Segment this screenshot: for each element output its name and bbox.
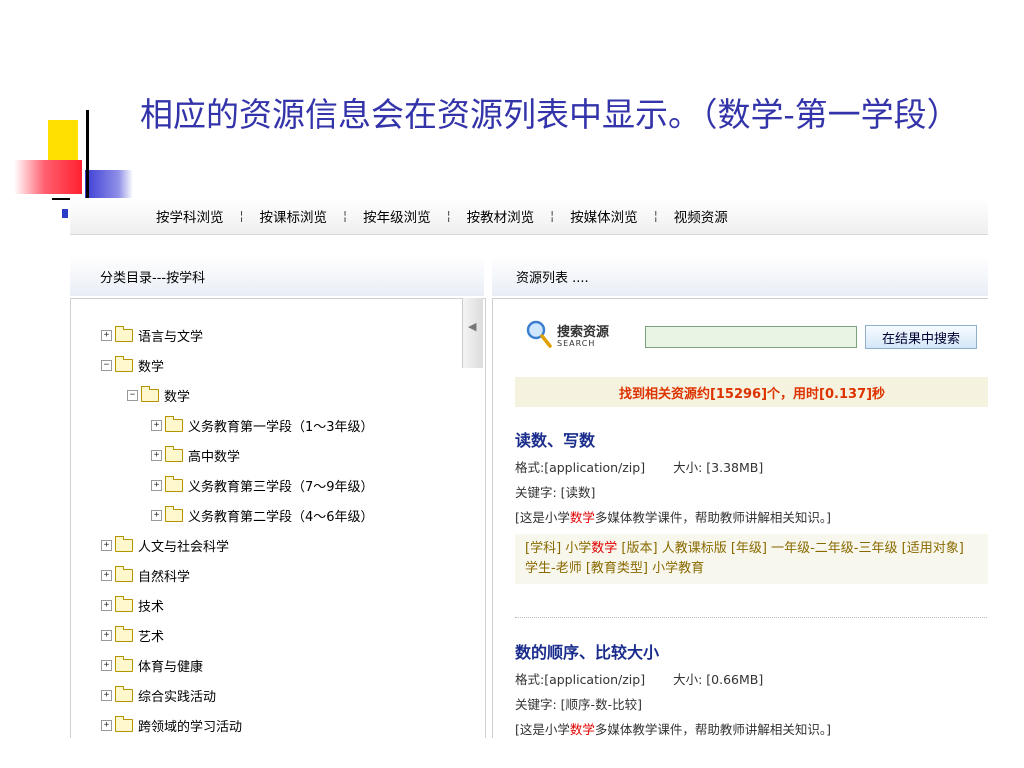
slide-title: 相应的资源信息会在资源列表中显示。（数学-第一学段）	[140, 95, 960, 134]
search-highlight: 数学	[591, 541, 618, 556]
expand-icon[interactable]: +	[101, 629, 112, 641]
nav-separator: ¦	[239, 209, 244, 223]
expand-icon[interactable]: +	[101, 719, 112, 731]
folder-icon	[115, 655, 133, 672]
nav-separator: ¦	[653, 209, 658, 223]
tree-item-technology[interactable]: + 技术	[101, 595, 164, 615]
folder-icon	[141, 385, 159, 402]
folder-icon	[115, 685, 133, 702]
folder-icon	[115, 595, 133, 612]
expand-icon[interactable]: +	[101, 659, 112, 671]
panel-collapse-handle[interactable]: ◀	[462, 298, 483, 368]
collapse-icon[interactable]: −	[127, 389, 138, 401]
category-panel-header: 分类目录---按学科	[70, 256, 484, 296]
folder-icon	[115, 355, 133, 372]
resource-list-panel: 搜索资源 SEARCH 在结果中搜索 找到相关资源约[15296]个，用时[0.…	[492, 298, 988, 738]
expand-icon[interactable]: +	[101, 599, 112, 611]
nav-separator: ¦	[446, 209, 451, 223]
expand-icon[interactable]: +	[151, 419, 162, 431]
result-title-link[interactable]: 读数、写数	[515, 427, 988, 451]
result-metadata: [学科] 小学数学 [版本] 人教课标版 [年级] 一年级-二年级-三年级 [适…	[515, 534, 988, 584]
bullet-square-icon	[62, 209, 68, 218]
result-keywords: 关键字: [顺序-数-比较]	[515, 697, 642, 712]
folder-icon	[165, 445, 183, 462]
folder-icon	[165, 475, 183, 492]
search-in-results-button[interactable]: 在结果中搜索	[865, 325, 977, 349]
tree-item-stage-1[interactable]: + 义务教育第一学段（1～3年级）	[151, 415, 374, 435]
decor-vertical-line	[86, 110, 89, 205]
tree-item-language[interactable]: + 语言与文学	[101, 325, 203, 345]
tree-item-math-sub[interactable]: − 数学	[127, 385, 190, 405]
tree-item-practice[interactable]: + 综合实践活动	[101, 685, 216, 705]
tree-item-pe-health[interactable]: + 体育与健康	[101, 655, 203, 675]
folder-icon	[165, 415, 183, 432]
decor-blue-bar	[85, 170, 133, 200]
folder-icon	[115, 565, 133, 582]
nav-browse-standard[interactable]: 按课标浏览	[260, 206, 328, 226]
folder-icon	[165, 505, 183, 522]
tree-item-humanities[interactable]: + 人文与社会科学	[101, 535, 229, 555]
result-format-size: 格式:[application/zip] 大小: [0.66MB]	[515, 669, 988, 688]
expand-icon[interactable]: +	[101, 689, 112, 701]
tree-item-math[interactable]: − 数学	[101, 355, 164, 375]
search-input[interactable]	[645, 326, 857, 348]
result-divider	[515, 617, 988, 618]
result-description: [这是小学数学多媒体教学课件，帮助教师讲解相关知识。]	[515, 510, 832, 525]
result-summary: 找到相关资源约[15296]个，用时[0.137]秒	[515, 377, 988, 407]
expand-icon[interactable]: +	[151, 509, 162, 521]
tree-item-natural-science[interactable]: + 自然科学	[101, 565, 190, 585]
search-subtitle: SEARCH	[557, 339, 596, 348]
expand-icon[interactable]: +	[151, 449, 162, 461]
tree-item-arts[interactable]: + 艺术	[101, 625, 164, 645]
category-tree: + 语言与文学 − 数学 − 数学 + 义务教育第一学段（1～3年级） + 高中…	[70, 298, 486, 738]
app-screenshot: 按学科浏览 ¦ 按课标浏览 ¦ 按年级浏览 ¦ 按教材浏览 ¦ 按媒体浏览 ¦ …	[70, 198, 988, 738]
expand-icon[interactable]: +	[101, 569, 112, 581]
result-item: 读数、写数 格式:[application/zip] 大小: [3.38MB] 关…	[515, 427, 988, 584]
tree-item-cross-domain[interactable]: + 跨领域的学习活动	[101, 715, 242, 735]
result-format: 格式:[application/zip]	[515, 460, 646, 475]
expand-icon[interactable]: +	[101, 539, 112, 551]
search-title: 搜索资源	[557, 325, 610, 340]
result-format-size: 格式:[application/zip] 大小: [3.38MB]	[515, 457, 988, 476]
folder-icon	[115, 715, 133, 732]
collapse-arrow-icon: ◀	[468, 320, 477, 333]
result-item: 数的顺序、比较大小 格式:[application/zip] 大小: [0.66M…	[515, 639, 988, 738]
nav-video-resources[interactable]: 视频资源	[674, 206, 728, 226]
category-panel-title: 分类目录---按学科	[100, 270, 206, 286]
result-size: 大小: [0.66MB]	[673, 672, 764, 687]
tree-item-high-school-math[interactable]: + 高中数学	[151, 445, 240, 465]
folder-icon	[115, 625, 133, 642]
nav-separator: ¦	[550, 209, 555, 223]
nav-separator: ¦	[343, 209, 348, 223]
resource-list-header: 资源列表 ....	[492, 256, 988, 296]
result-description: [这是小学数学多媒体教学课件，帮助教师讲解相关知识。]	[515, 722, 832, 737]
result-size: 大小: [3.38MB]	[673, 460, 764, 475]
browse-nav-bar: 按学科浏览 ¦ 按课标浏览 ¦ 按年级浏览 ¦ 按教材浏览 ¦ 按媒体浏览 ¦ …	[70, 198, 988, 235]
result-keywords: 关键字: [读数]	[515, 485, 596, 500]
decor-red-bar	[14, 160, 82, 194]
collapse-icon[interactable]: −	[101, 359, 112, 371]
nav-browse-textbook[interactable]: 按教材浏览	[467, 206, 535, 226]
expand-icon[interactable]: +	[151, 479, 162, 491]
resource-list-title: 资源列表 ....	[516, 270, 589, 286]
tree-item-stage-2[interactable]: + 义务教育第二学段（4～6年级）	[151, 505, 374, 525]
nav-browse-media[interactable]: 按媒体浏览	[570, 206, 638, 226]
search-highlight: 数学	[569, 722, 595, 737]
tree-item-stage-3[interactable]: + 义务教育第三学段（7～9年级）	[151, 475, 374, 495]
folder-icon	[115, 325, 133, 342]
folder-icon	[115, 535, 133, 552]
search-highlight: 数学	[569, 510, 595, 525]
nav-browse-subject[interactable]: 按学科浏览	[156, 206, 224, 226]
result-summary-text: 找到相关资源约[15296]个，用时[0.137]秒	[618, 386, 886, 402]
result-format: 格式:[application/zip]	[515, 672, 646, 687]
search-icon	[526, 320, 552, 348]
expand-icon[interactable]: +	[101, 329, 112, 341]
nav-browse-grade[interactable]: 按年级浏览	[363, 206, 431, 226]
result-title-link[interactable]: 数的顺序、比较大小	[515, 639, 988, 663]
